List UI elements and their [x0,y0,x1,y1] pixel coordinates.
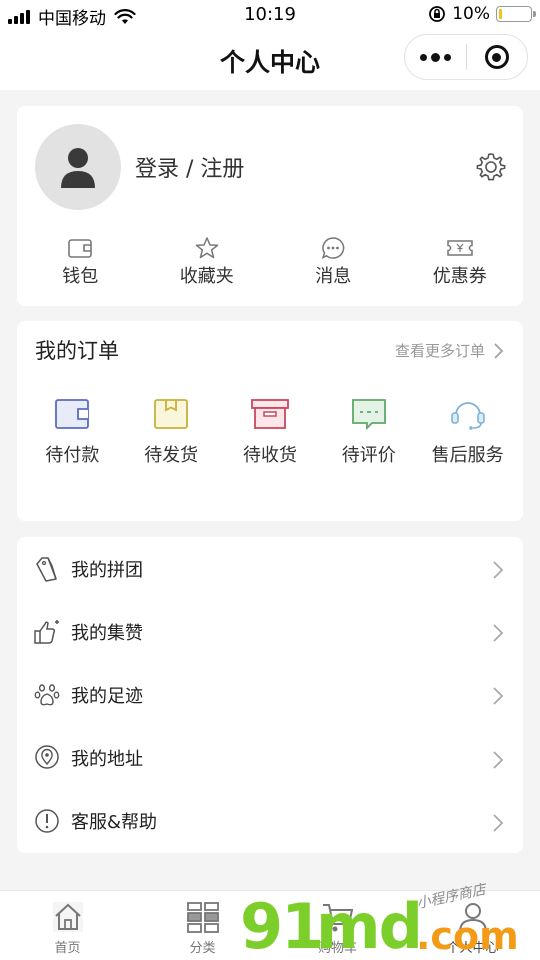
orientation-lock-icon [429,6,446,22]
menu-card: 我的拼团 我的集赞 我的足迹 我的地址 客服&帮助 [17,537,523,853]
home-icon [52,902,83,932]
user-avatar-icon [61,148,95,188]
message-icon [321,237,345,259]
more-button[interactable] [405,52,466,62]
chevron-right-icon [493,750,504,769]
view-more-orders-label: 查看更多订单 [394,342,485,360]
mini-program-capsule [404,34,528,80]
quick-link-label: 消息 [315,266,352,287]
order-status-label: 待付款 [45,445,100,466]
tab-label: 个人中心 [446,941,499,956]
headset-icon [450,402,485,430]
grid-icon [186,902,219,933]
tab-category[interactable]: 分类 [135,891,270,960]
chevron-right-icon [493,814,504,832]
order-status-label: 待发货 [144,445,199,466]
menu-item-label: 我的集赞 [71,622,143,644]
coupon-icon [447,240,473,256]
order-status-label: 售后服务 [431,445,504,466]
menu-item-footprints[interactable]: 我的足迹 [17,663,523,726]
gear-icon[interactable] [475,151,507,183]
tab-bar: 首页 分类 购物车 个人中心 [0,890,540,960]
tag-icon [36,556,57,582]
orders-card: 我的订单 查看更多订单 待付款 待发货 待收货 待评价 售后服务 [17,321,523,521]
profile-card: 登录 / 注册 钱包 收藏夹 消息 优惠券 [17,106,523,306]
user-icon [458,903,487,933]
quick-link-wallet[interactable]: 钱包 [17,236,144,288]
close-target-icon [484,45,509,69]
help-icon [35,809,59,834]
avatar[interactable] [35,124,121,210]
quick-link-favorites[interactable]: 收藏夹 [144,236,271,288]
order-status-pending-receipt[interactable]: 待收货 [221,397,320,467]
nav-bar: 个人中心 [0,30,540,90]
menu-item-label: 我的足迹 [71,685,143,707]
order-status-pending-shipment[interactable]: 待发货 [122,397,221,467]
tab-label: 分类 [189,941,216,956]
status-right: 10% [428,4,536,24]
orders-title: 我的订单 [35,339,119,363]
tab-label: 购物车 [317,941,357,956]
wallet-icon [68,239,93,258]
menu-item-label: 我的地址 [71,749,143,771]
chevron-right-icon [493,561,504,579]
menu-item-label: 客服&帮助 [71,812,158,834]
order-status-label: 待评价 [341,445,396,466]
quick-link-label: 收藏夹 [179,266,234,287]
battery-fill [499,9,502,19]
order-status-pending-review[interactable]: 待评价 [319,397,418,467]
menu-item-group-buy[interactable]: 我的拼团 [17,537,523,600]
package-icon [154,399,189,429]
order-status-after-sales[interactable]: 售后服务 [418,397,517,467]
wallet-icon [55,399,90,429]
menu-item-help[interactable]: 客服&帮助 [17,790,523,853]
login-register-link[interactable]: 登录 / 注册 [135,151,244,183]
quick-link-coupons[interactable]: 优惠券 [397,236,524,288]
quick-link-messages[interactable]: 消息 [270,236,397,288]
tab-cart[interactable]: 购物车 [270,891,405,960]
status-bar: 中国移动 10:19 10% [0,0,540,30]
tab-profile[interactable]: 个人中心 [405,891,540,960]
quick-link-label: 钱包 [62,266,99,287]
chevron-right-icon [493,624,504,642]
battery-icon [496,6,536,22]
chevron-right-icon [494,342,504,359]
order-status-row: 待付款 待发货 待收货 待评价 售后服务 [17,397,523,467]
order-status-pending-payment[interactable]: 待付款 [23,397,122,467]
menu-item-label: 我的拼团 [71,559,143,581]
star-icon [195,237,218,259]
view-more-orders-link[interactable]: 查看更多订单 [395,340,505,361]
quick-link-label: 优惠券 [432,266,487,287]
chevron-right-icon [493,687,504,706]
close-button[interactable] [466,45,527,69]
menu-item-address[interactable]: 我的地址 [17,727,523,790]
paw-icon [34,684,60,706]
cart-icon [322,904,353,932]
quick-links: 钱包 收藏夹 消息 优惠券 [17,236,523,288]
location-icon [35,745,59,769]
thumbs-up-icon [34,619,59,644]
battery-percent: 10% [452,4,490,24]
comment-icon [351,399,386,431]
menu-item-likes[interactable]: 我的集赞 [17,600,523,663]
order-status-label: 待收货 [242,445,297,466]
tab-label: 首页 [54,941,81,956]
tab-home[interactable]: 首页 [0,891,135,960]
box-icon [251,399,289,429]
